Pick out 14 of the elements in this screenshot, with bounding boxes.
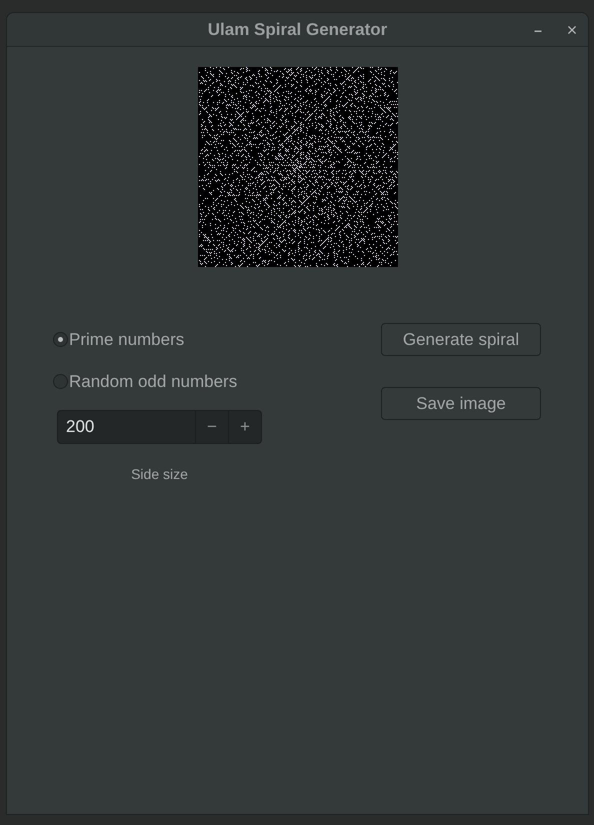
action-button[interactable]: Generate spiral — [381, 323, 541, 356]
minimize-button[interactable]: – — [528, 19, 548, 41]
side-size-spin-field[interactable]: 200 − + — [57, 410, 262, 444]
radio-label[interactable]: Random odd numbers — [69, 368, 238, 394]
window-title: Ulam Spiral Generator — [208, 18, 388, 41]
radio-button[interactable] — [53, 374, 68, 389]
action-button[interactable]: Save image — [381, 387, 541, 420]
radio-label[interactable]: Prime numbers — [69, 327, 184, 352]
side-size-input: 200 — [58, 414, 195, 440]
decrement-button[interactable]: − — [195, 411, 228, 443]
close-button[interactable]: × — [562, 17, 582, 39]
side-size-label: Side size — [130, 465, 189, 484]
radio-button[interactable] — [53, 332, 68, 348]
increment-button[interactable]: + — [228, 411, 261, 443]
